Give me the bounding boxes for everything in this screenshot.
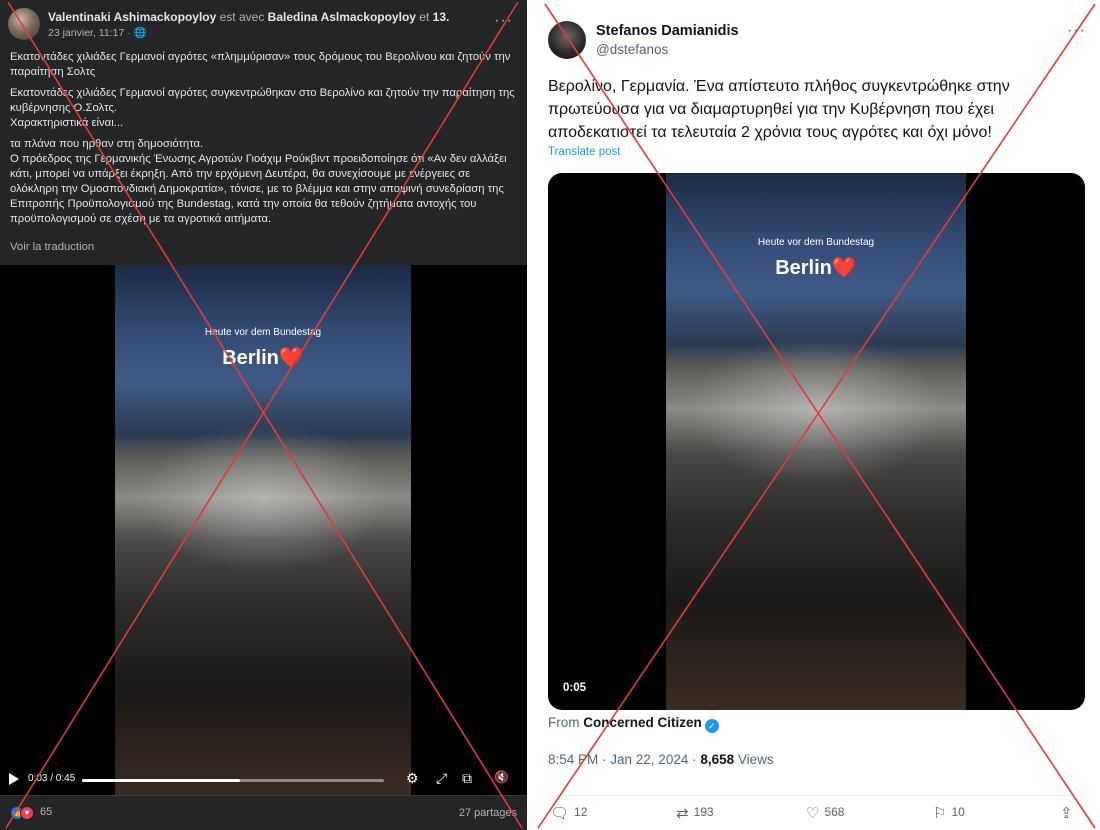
mute-icon[interactable]: 🔇 <box>494 770 509 784</box>
reaction-count: 65 <box>40 806 53 818</box>
with-text: est avec <box>219 10 265 24</box>
video-controls: 0:03 / 0:45 ⚙ ⤢ ⧉ 🔇 <box>0 765 527 795</box>
author-avatar[interactable] <box>8 8 40 40</box>
post-meta[interactable]: 23 janvier, 11:17 · 🌐 <box>48 26 147 39</box>
settings-icon[interactable]: ⚙ <box>406 770 419 787</box>
x-post: Stefanos Damianidis @dstefanos ··· Βερολ… <box>533 0 1100 830</box>
shares-count[interactable]: 27 partages <box>459 807 517 819</box>
fullscreen-icon[interactable]: ⤢ <box>436 770 447 787</box>
repost-button[interactable]: ⇄ 193 <box>676 804 714 822</box>
video-player[interactable]: Heute vor dem Bundestag Berlin❤️ 0:03 / … <box>0 265 527 795</box>
views-count: 8,658 <box>700 752 735 767</box>
bookmark-icon: ⚐ <box>933 805 947 822</box>
source-account[interactable]: Concerned Citizen <box>583 715 702 730</box>
verified-badge-icon: ✓ <box>704 719 719 733</box>
author-name[interactable]: Stefanos Damianidis <box>596 23 739 39</box>
bookmark-button[interactable]: ⚐ 10 <box>933 804 965 822</box>
bookmark-count: 10 <box>951 805 965 819</box>
post-text: Εκατοντάδες χιλιάδες Γερμανοί αγρότες «π… <box>10 50 515 233</box>
post-paragraph: Εκατοντάδες χιλιάδες Γερμανοί αγρότες συ… <box>10 87 515 114</box>
picture-in-picture-icon[interactable]: ⧉ <box>462 770 472 787</box>
video-caption-big: Berlin❤️ <box>775 257 857 279</box>
video-frame[interactable]: Heute vor dem Bundestag Berlin❤️ <box>666 173 966 710</box>
from-prefix: From <box>548 715 580 730</box>
author-avatar[interactable] <box>548 21 586 59</box>
post-timestamp: 8:54 PM · Jan 22, 2024 · 8,658 Views <box>548 752 774 767</box>
video-source: From Concerned Citizen ✓ <box>548 715 719 733</box>
author-name[interactable]: Valentinaki Ashimackopoyloy <box>48 10 216 24</box>
love-reaction-icon: ♥ <box>20 806 34 820</box>
post-text: Βερολίνο, Γερμανία. Ένα απίστευτο πλήθος… <box>548 78 1010 141</box>
more-options-icon[interactable]: ··· <box>494 12 513 30</box>
repost-count: 193 <box>693 805 714 819</box>
tagged-name[interactable]: Baledina Aslmackopoyloy <box>268 10 416 24</box>
video-player[interactable]: Heute vor dem Bundestag Berlin❤️ 0:05 <box>548 173 1085 710</box>
see-translation-link[interactable]: Voir la traduction <box>10 241 94 253</box>
video-caption-small: Heute vor dem Bundestag <box>204 327 322 338</box>
author-line: Valentinaki Ashimackopoyloy est avec Bal… <box>48 10 449 24</box>
timestamp-text[interactable]: 8:54 PM · Jan 22, 2024 · <box>548 752 700 767</box>
author-handle[interactable]: @dstefanos <box>596 42 668 57</box>
video-time: 0:03 / 0:45 <box>28 773 76 784</box>
views-label: Views <box>734 752 774 767</box>
post-paragraph: Ο πρόεδρος της Γερμανικής Ένωσης Αγροτών… <box>10 153 507 225</box>
facebook-post: Valentinaki Ashimackopoyloy est avec Bal… <box>0 0 527 830</box>
reply-icon: 🗨 <box>550 805 570 822</box>
reply-count: 12 <box>574 805 588 819</box>
share-icon: ⇪ <box>1060 805 1073 822</box>
action-bar: 🗨 12 ⇄ 193 ♡ 568 ⚐ 10 ⇪ <box>548 795 1085 822</box>
and-text: et <box>419 10 430 24</box>
video-caption-big: Berlin❤️ <box>222 347 304 369</box>
heart-icon: ♡ <box>806 805 820 822</box>
video-frame[interactable]: Heute vor dem Bundestag Berlin❤️ <box>115 265 411 795</box>
like-count: 568 <box>824 805 845 819</box>
like-button[interactable]: ♡ 568 <box>806 804 844 822</box>
play-icon[interactable] <box>9 773 19 785</box>
progress-bar[interactable] <box>82 779 384 782</box>
post-paragraph: τα πλάνα που ηρθαν στη δημοσιότητα. <box>10 138 204 150</box>
reply-button[interactable]: 🗨 12 <box>550 804 587 822</box>
more-options-icon[interactable]: ··· <box>1067 22 1086 40</box>
post-paragraph: Εκατοντάδες χιλιάδες Γερμανοί αγρότες «π… <box>10 51 511 78</box>
post-footer: 👍 ♥ 65 27 partages <box>0 795 527 830</box>
video-time: 0:05 <box>563 682 587 694</box>
others-count[interactable]: 13. <box>433 10 450 24</box>
translate-post-link[interactable]: Translate post <box>548 146 620 158</box>
repost-icon: ⇄ <box>676 805 689 822</box>
post-paragraph: Χαρακτηριστικά είναι... <box>10 117 124 129</box>
video-caption-small: Heute vor dem Bundestag <box>757 237 875 248</box>
post-header: Valentinaki Ashimackopoyloy est avec Bal… <box>8 8 517 42</box>
progress-fill <box>82 779 240 782</box>
share-button[interactable]: ⇪ <box>1060 804 1078 822</box>
